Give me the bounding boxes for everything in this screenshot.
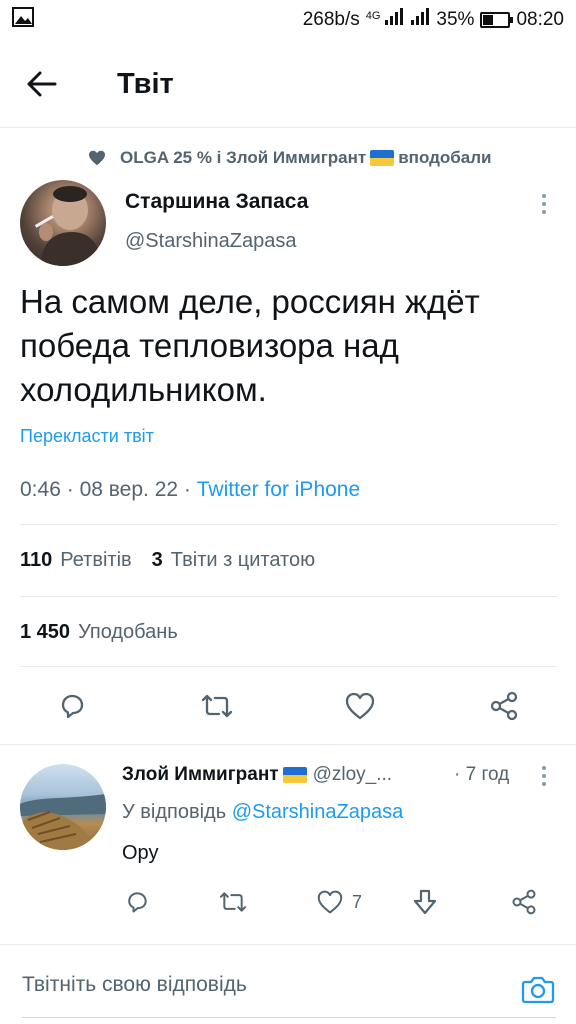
divider (20, 666, 557, 667)
reply-author-avatar[interactable] (20, 764, 106, 850)
clock: 08:20 (516, 9, 564, 30)
share-icon (512, 889, 536, 915)
likes-stat[interactable]: 1 450 Уподобань (20, 621, 178, 644)
divider (0, 744, 576, 745)
arrow-down-icon (413, 889, 437, 915)
tweet-source-link[interactable]: Twitter for iPhone (197, 478, 360, 501)
ukraine-flag-emoji (370, 150, 395, 166)
share-icon (490, 691, 518, 721)
author-handle[interactable]: @StarshinaZapasa (125, 230, 297, 253)
retweets-label: Ретвітів (60, 549, 132, 571)
top-app-bar: Твіт (0, 40, 576, 128)
share-button[interactable] (482, 684, 526, 728)
gallery-icon (12, 7, 34, 33)
likes-label: Уподобань (78, 621, 178, 643)
battery-percent: 35% (436, 9, 475, 30)
reply-to-mention-link[interactable]: @StarshinaZapasa (232, 801, 404, 823)
battery-icon (480, 12, 514, 28)
retweets-count: 110 (20, 549, 53, 571)
quotes-label: Твіти з цитатою (170, 549, 316, 571)
reply-icon (128, 892, 147, 913)
tweet-metadata: 0:46 · 08 вер. 22 · Twitter for iPhone (20, 478, 360, 502)
divider (20, 596, 557, 597)
more-options-button[interactable] (534, 190, 554, 218)
camera-button[interactable] (520, 971, 556, 1007)
camera-icon (521, 976, 555, 1004)
reply-like-count: 7 (352, 891, 363, 912)
reply-button[interactable] (50, 684, 94, 728)
reply-retweet-button[interactable] (218, 884, 248, 920)
engagement-stats: 110 Ретвітів 3 Твіти з цитатою (20, 549, 315, 572)
reply-input[interactable]: Твітніть свою відповідь (22, 973, 247, 997)
likes-count: 1 450 (20, 621, 71, 643)
signal-icon (384, 8, 404, 32)
retweet-icon (219, 892, 247, 912)
input-underline (22, 1017, 556, 1018)
reply-icon (61, 694, 84, 719)
tweet-date: 08 вер. 22 (79, 478, 179, 501)
reply-author-handle: @zloy_... (312, 764, 393, 785)
reply-reply-button[interactable] (124, 884, 150, 920)
network-type: 4G (365, 10, 381, 22)
network-speed: 268b/s (302, 9, 360, 30)
retweet-icon (201, 694, 233, 718)
status-bar: 268b/s 4G 35% 08:20 (0, 0, 576, 40)
page-title: Твіт (117, 68, 174, 100)
quotes-stat[interactable]: 3 Твіти з цитатою (152, 549, 315, 572)
ukraine-flag-emoji (282, 767, 307, 783)
translate-tweet-link[interactable]: Перекласти твіт (20, 426, 154, 447)
reply-downvote-button[interactable] (412, 884, 438, 920)
like-icon (345, 692, 375, 720)
tweet-actions-bar (0, 684, 576, 728)
reply-composer: Твітніть свою відповідь (0, 944, 576, 1024)
social-context-liked[interactable]: OLGA 25 % і Злой Иммигрант вподобали (88, 148, 492, 168)
reply-actions-bar: 7 (0, 884, 576, 920)
back-button[interactable] (24, 66, 60, 102)
author-name[interactable]: Старшина Запаса (125, 190, 308, 214)
reply-more-options-button[interactable] (534, 762, 554, 790)
reply-to-prefix: У відповідь (122, 801, 227, 823)
liked-by-names: OLGA 25 % і Злой Иммигрант (120, 148, 367, 167)
arrow-left-icon (27, 71, 57, 97)
tweet-time: 0:46 (20, 478, 61, 501)
reply-text: Ору (122, 842, 159, 864)
battery-fill (483, 15, 493, 25)
reply-author-line[interactable]: Злой Иммигрант @zloy_... (122, 764, 392, 786)
reply-author-name: Злой Иммигрант (122, 764, 279, 785)
reply-timestamp: · 7 год (454, 764, 510, 785)
divider (20, 524, 557, 525)
like-button[interactable] (338, 684, 382, 728)
retweets-stat[interactable]: 110 Ретвітів (20, 549, 132, 572)
reply-like-button[interactable]: 7 (316, 884, 362, 920)
replying-to: У відповідь @StarshinaZapasa (122, 801, 403, 824)
heart-filled-icon (88, 150, 106, 166)
likes-stats: 1 450 Уподобань (20, 621, 178, 644)
reply-share-button[interactable] (510, 884, 538, 920)
like-icon (317, 890, 343, 914)
author-avatar[interactable] (20, 180, 106, 266)
signal-icon (410, 8, 430, 32)
meta-separator: · (183, 478, 191, 501)
liked-by-suffix: вподобали (398, 148, 492, 167)
meta-separator: · (66, 478, 74, 501)
retweet-button[interactable] (195, 684, 239, 728)
quotes-count: 3 (151, 549, 163, 571)
tweet-text: На самом деле, россиян ждёт победа тепло… (20, 283, 480, 408)
